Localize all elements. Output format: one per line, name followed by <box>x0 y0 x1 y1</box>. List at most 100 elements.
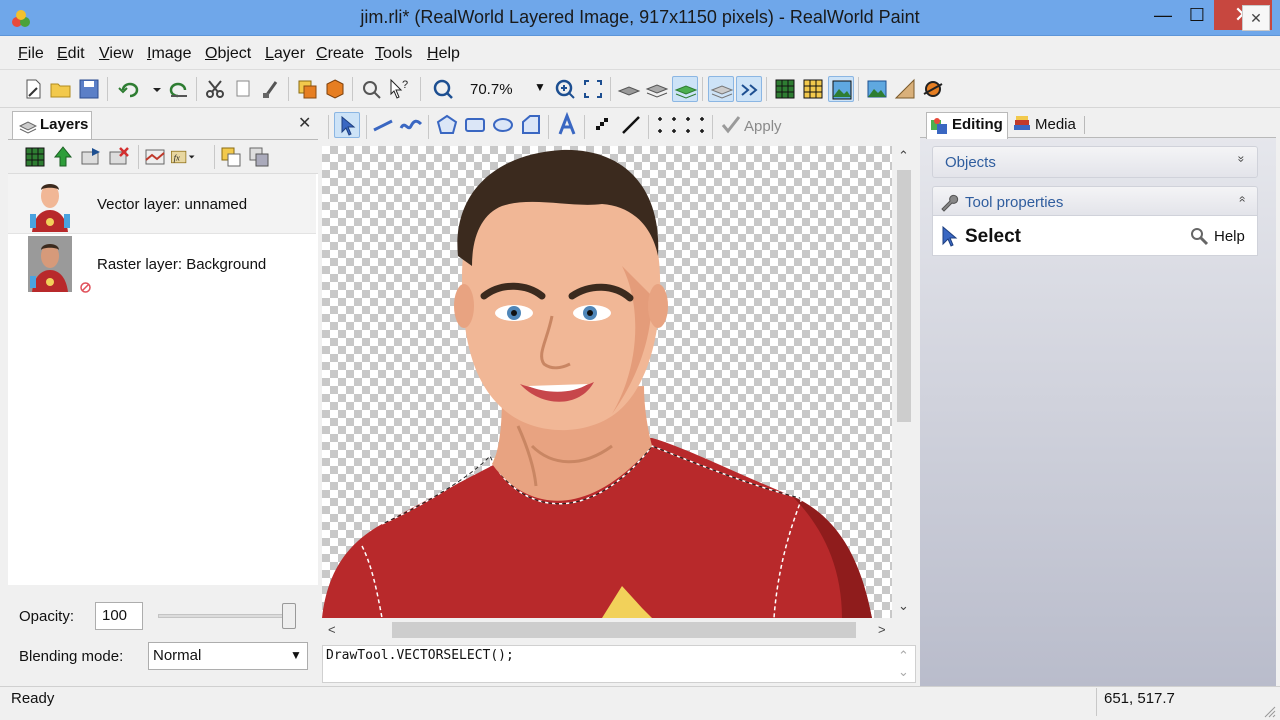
menu-image[interactable]: Image <box>147 45 191 63</box>
scroll-up-icon[interactable]: ⌃ <box>898 148 909 164</box>
save-icon[interactable] <box>76 76 102 102</box>
cursor-coordinates: 651, 517.7 <box>1104 690 1175 707</box>
zoom-in-icon[interactable] <box>552 76 578 102</box>
maximize-button[interactable]: ☐ <box>1180 0 1214 30</box>
layers-close-icon[interactable]: ✕ <box>298 113 311 133</box>
layer-stack-icon[interactable] <box>644 76 670 102</box>
layer-mask-icon[interactable] <box>142 144 168 170</box>
layer-row-vector[interactable]: Vector layer: unnamed <box>8 174 316 234</box>
status-divider <box>1096 688 1097 716</box>
undo-dropdown-icon[interactable] <box>144 76 161 102</box>
show-all-layers-icon[interactable] <box>708 76 734 102</box>
grid-yellow-icon[interactable] <box>800 76 826 102</box>
scroll-right-icon[interactable]: > <box>878 622 886 637</box>
menu-tools[interactable]: Tools <box>375 45 412 63</box>
layer-effects-icon[interactable]: fx <box>170 144 206 170</box>
opacity-slider-thumb[interactable] <box>282 603 296 629</box>
console-scroll-down-icon[interactable]: ⌄ <box>898 664 909 680</box>
rectangle-tool-icon[interactable] <box>462 112 488 138</box>
polygon-tool-icon[interactable] <box>434 112 460 138</box>
menu-create[interactable]: Create <box>316 45 364 63</box>
chevron-down-icon[interactable]: ▼ <box>290 648 302 662</box>
pointer-icon[interactable] <box>358 76 384 102</box>
ellipse-tool-icon[interactable] <box>490 112 516 138</box>
opacity-input[interactable]: 100 <box>95 602 143 630</box>
zoom-out-icon[interactable] <box>430 76 456 102</box>
help-icon[interactable] <box>1189 226 1211 248</box>
curve-tool-icon[interactable] <box>398 112 424 138</box>
image-icon[interactable] <box>864 76 890 102</box>
menu-file[interactable]: File <box>18 45 44 63</box>
script-console-text[interactable]: DrawTool.VECTORSELECT(); <box>326 648 514 663</box>
current-tool-name: Select <box>965 226 1021 247</box>
vector-select-icon[interactable] <box>334 112 360 138</box>
help-link[interactable]: Help <box>1214 228 1245 245</box>
shape-tool-icon[interactable] <box>518 112 544 138</box>
zoom-level[interactable]: 70.7% <box>470 81 513 98</box>
copy-icon[interactable] <box>230 76 256 102</box>
grid-dark-icon[interactable] <box>772 76 798 102</box>
menu-view[interactable]: View <box>99 45 133 63</box>
redo-icon[interactable] <box>166 76 192 102</box>
editing-tab-icon <box>931 118 947 134</box>
horizontal-scroll-thumb[interactable] <box>392 622 856 638</box>
move-layer-up-icon[interactable] <box>50 144 76 170</box>
console-scroll-up-icon[interactable]: ⌃ <box>898 648 909 664</box>
layer-arrow-icon[interactable] <box>736 76 762 102</box>
cut-icon[interactable] <box>202 76 228 102</box>
text-tool-icon[interactable] <box>554 111 580 138</box>
duplicate-layer-icon[interactable] <box>218 144 244 170</box>
layers-copy-icon[interactable] <box>294 76 320 102</box>
ruler-icon[interactable] <box>892 76 918 102</box>
layer-name: Raster layer: Background <box>97 256 267 273</box>
layer-single-icon[interactable] <box>616 76 642 102</box>
plugin-icon[interactable] <box>920 76 946 102</box>
line-tool-icon[interactable] <box>370 112 396 138</box>
pixel-tool-icon[interactable] <box>590 112 616 138</box>
document-close-button[interactable]: ✕ <box>1242 5 1270 31</box>
layer-thumbnail <box>30 184 70 232</box>
menu-object[interactable]: Object <box>205 45 251 63</box>
opacity-label: Opacity: <box>19 608 75 625</box>
layer-green-icon[interactable] <box>672 76 698 102</box>
node-edit-icon[interactable] <box>682 112 708 138</box>
wrench-icon <box>941 194 959 212</box>
image-canvas[interactable] <box>322 146 892 618</box>
scroll-left-icon[interactable]: < <box>328 622 336 637</box>
layer-properties-icon[interactable] <box>78 144 104 170</box>
resize-grip-icon[interactable] <box>1262 704 1276 718</box>
expand-chevron-icon[interactable]: » <box>1234 156 1248 163</box>
layer-row-background[interactable]: Raster layer: Background <box>8 234 316 294</box>
apply-check-icon[interactable] <box>718 112 744 138</box>
layers-list: Vector layer: unnamed Raster layer: Back… <box>8 173 318 585</box>
merge-layers-icon[interactable] <box>246 144 272 170</box>
tab-divider <box>1084 116 1085 134</box>
menu-edit[interactable]: Edit <box>57 45 85 63</box>
layer-locked-icon <box>80 282 91 293</box>
menu-layer[interactable]: Layer <box>265 45 305 63</box>
vertical-scroll-thumb[interactable] <box>897 170 911 422</box>
paste-icon[interactable] <box>258 76 284 102</box>
menu-help[interactable]: Help <box>427 45 460 63</box>
tab-media[interactable]: Media <box>1035 116 1076 133</box>
new-file-icon[interactable] <box>20 76 46 102</box>
fit-to-window-icon[interactable] <box>580 76 606 102</box>
zoom-dropdown-icon[interactable]: ▼ <box>534 80 546 94</box>
undo-icon[interactable] <box>116 76 142 102</box>
context-help-icon[interactable]: ? <box>386 76 412 102</box>
object-icon[interactable] <box>322 76 348 102</box>
collapse-chevron-icon[interactable]: » <box>1234 196 1248 203</box>
layers-tab-label: Layers <box>40 116 89 133</box>
delete-layer-icon[interactable] <box>106 144 132 170</box>
open-folder-icon[interactable] <box>48 76 74 102</box>
scroll-down-icon[interactable]: ⌄ <box>898 598 909 614</box>
blending-mode-select[interactable]: Normal <box>148 642 308 670</box>
new-layer-icon[interactable] <box>22 144 48 170</box>
pen-tool-icon[interactable] <box>618 112 644 138</box>
apply-button[interactable]: Apply <box>744 118 782 135</box>
media-tab-icon[interactable] <box>1012 115 1032 135</box>
picture-grid-icon[interactable] <box>828 76 854 102</box>
opacity-slider-track[interactable] <box>158 614 296 618</box>
node-add-icon[interactable] <box>654 112 680 138</box>
minimize-button[interactable]: — <box>1146 0 1180 30</box>
